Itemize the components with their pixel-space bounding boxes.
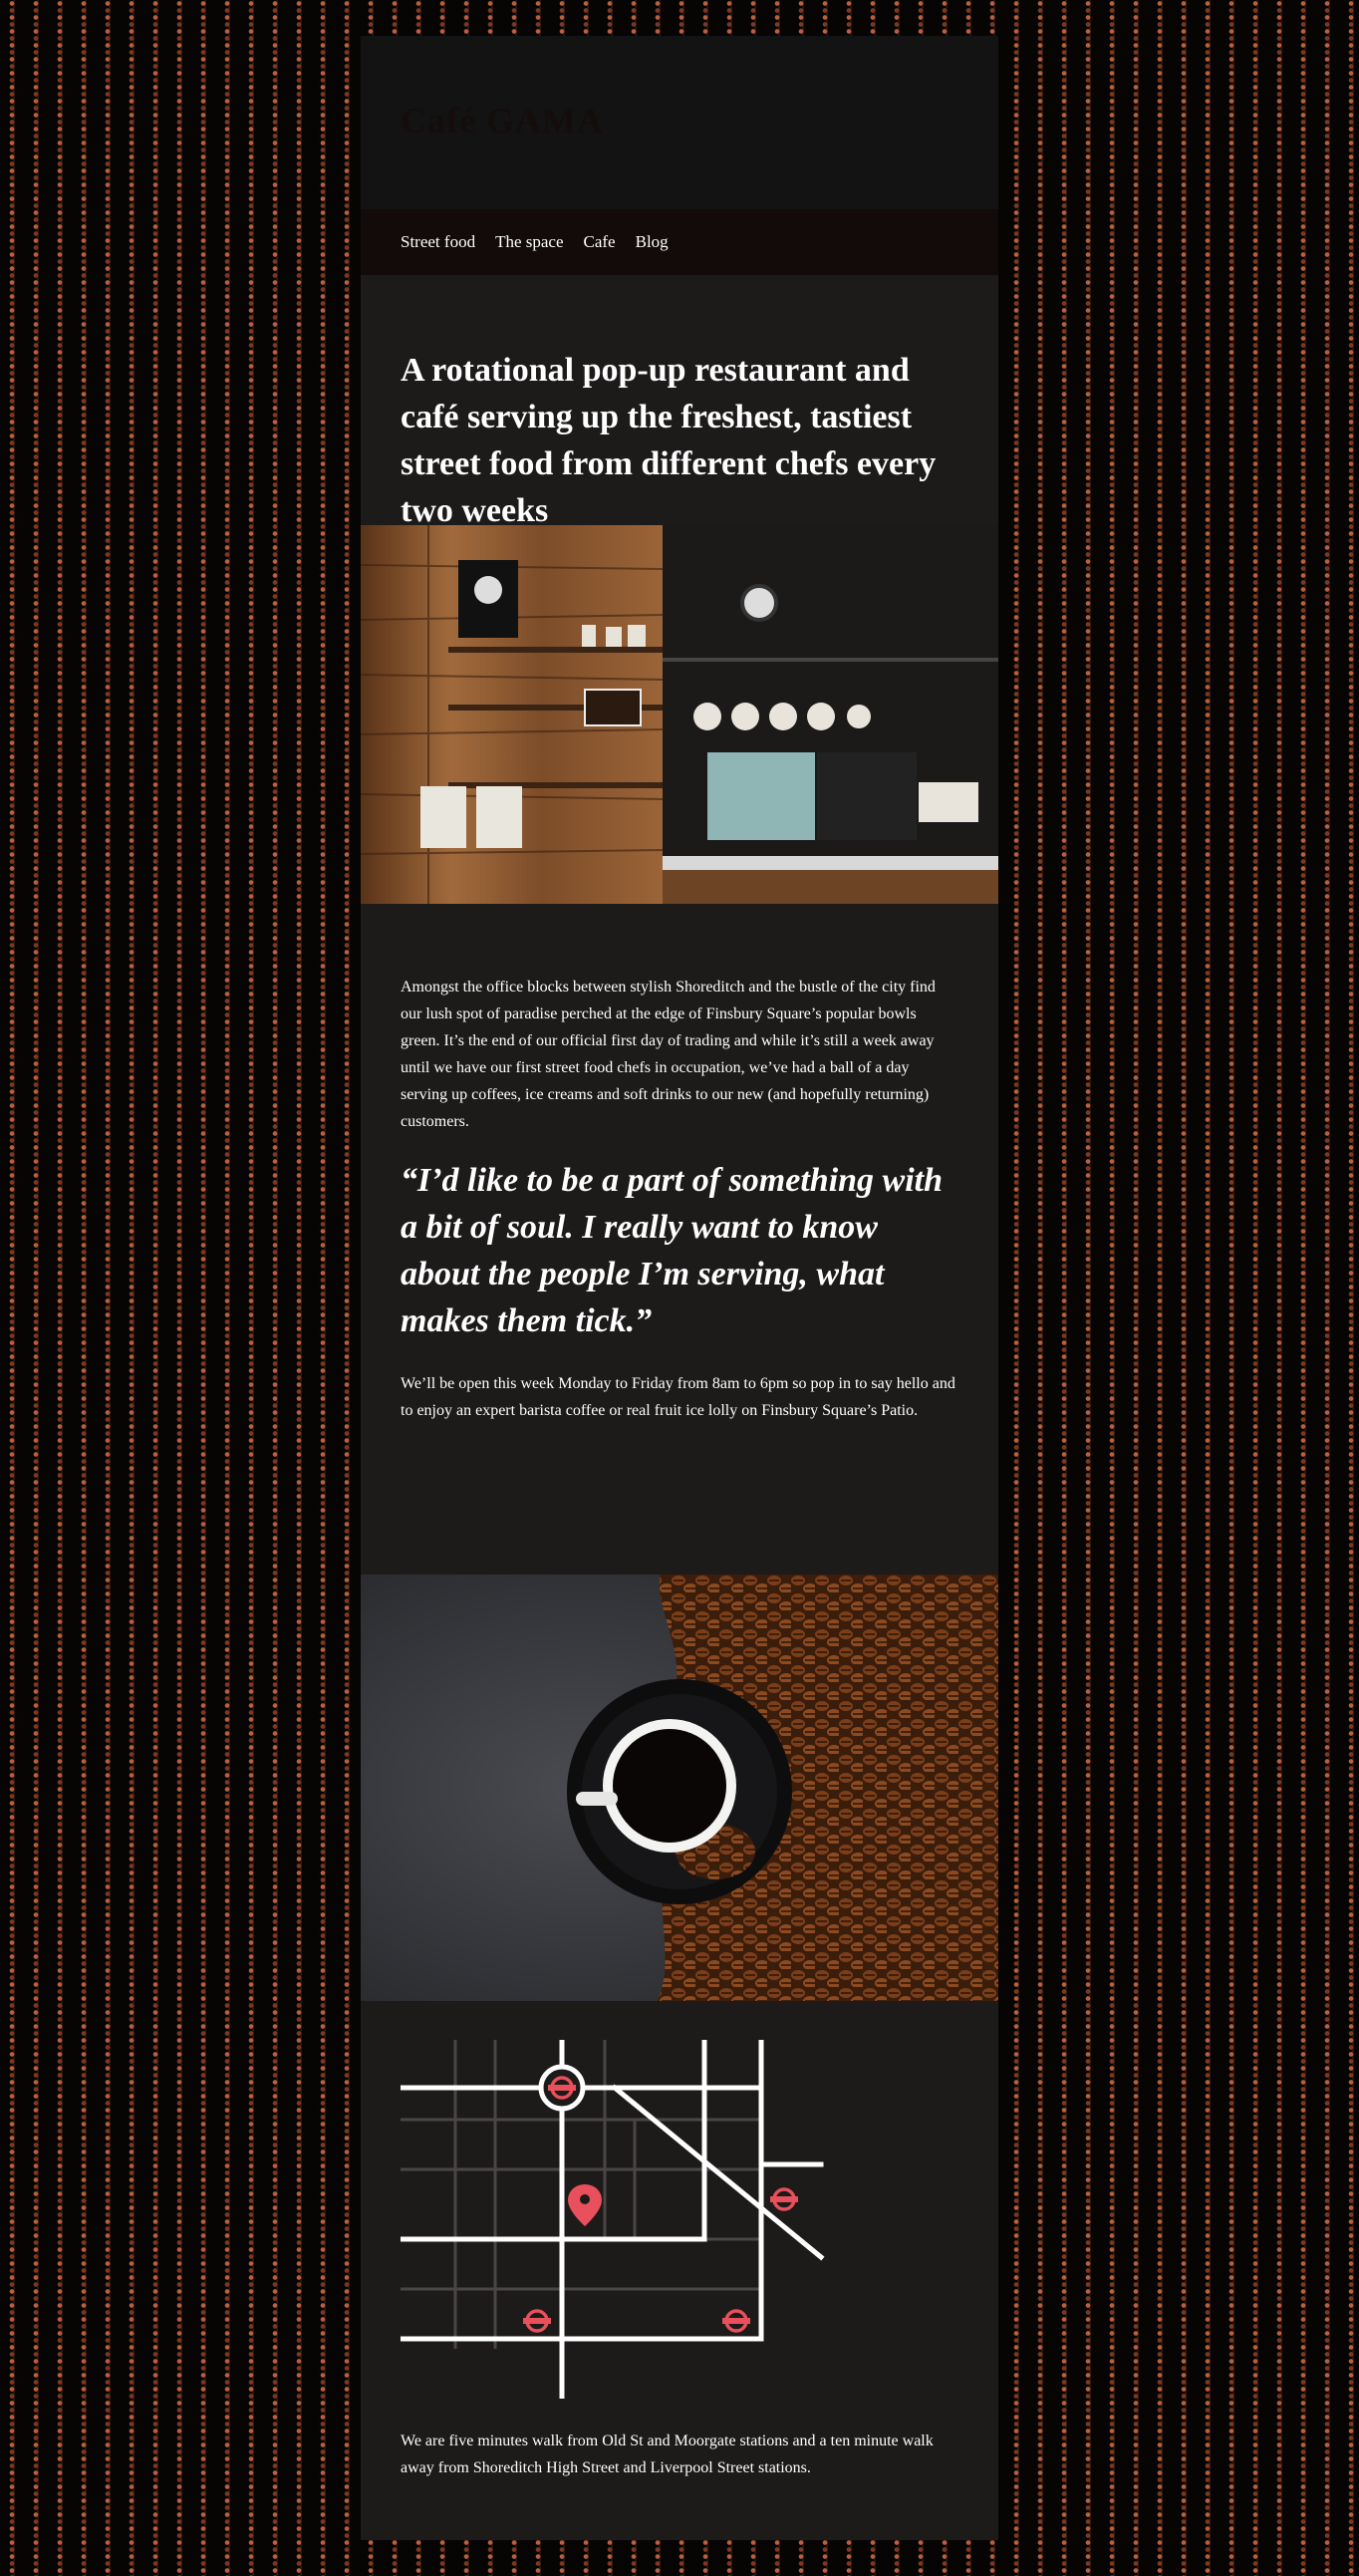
location-paragraph: We are five minutes walk from Old St and… [401, 2433, 934, 2476]
map-pin-icon[interactable] [568, 2184, 602, 2226]
map-major-streets [398, 2037, 825, 2402]
nav-cafe[interactable]: Cafe [584, 232, 616, 252]
station-old-street-icon[interactable] [538, 2064, 586, 2112]
page-title: A rotational pop-up restaurant and café … [401, 352, 937, 529]
site-logo[interactable]: Café GAMA [401, 100, 604, 142]
station-shoreditch-icon[interactable] [770, 2187, 798, 2211]
main-nav: Street food The space Cafe Blog [361, 209, 998, 275]
coffee-cup-image [361, 1574, 998, 2001]
page-container: Café GAMA Street food The space Cafe Blo… [361, 36, 998, 2540]
location-map[interactable] [398, 2037, 831, 2404]
nav-the-space[interactable]: The space [495, 232, 563, 252]
nav-street-food[interactable]: Street food [401, 232, 475, 252]
intro-paragraph: Amongst the office blocks between stylis… [401, 979, 936, 1130]
coffee-cup-illustration [361, 1574, 998, 2001]
station-liverpool-street-icon[interactable] [722, 2309, 750, 2333]
nav-blog[interactable]: Blog [636, 232, 669, 252]
cafe-interior-image [361, 525, 998, 904]
opening-hours-paragraph: We’ll be open this week Monday to Friday… [401, 1375, 955, 1419]
station-moorgate-icon[interactable] [523, 2309, 551, 2333]
cafe-interior-illustration [361, 525, 998, 904]
site-header: Café GAMA [361, 36, 998, 209]
pull-quote: “I’d like to be a part of something with… [401, 1162, 944, 1339]
